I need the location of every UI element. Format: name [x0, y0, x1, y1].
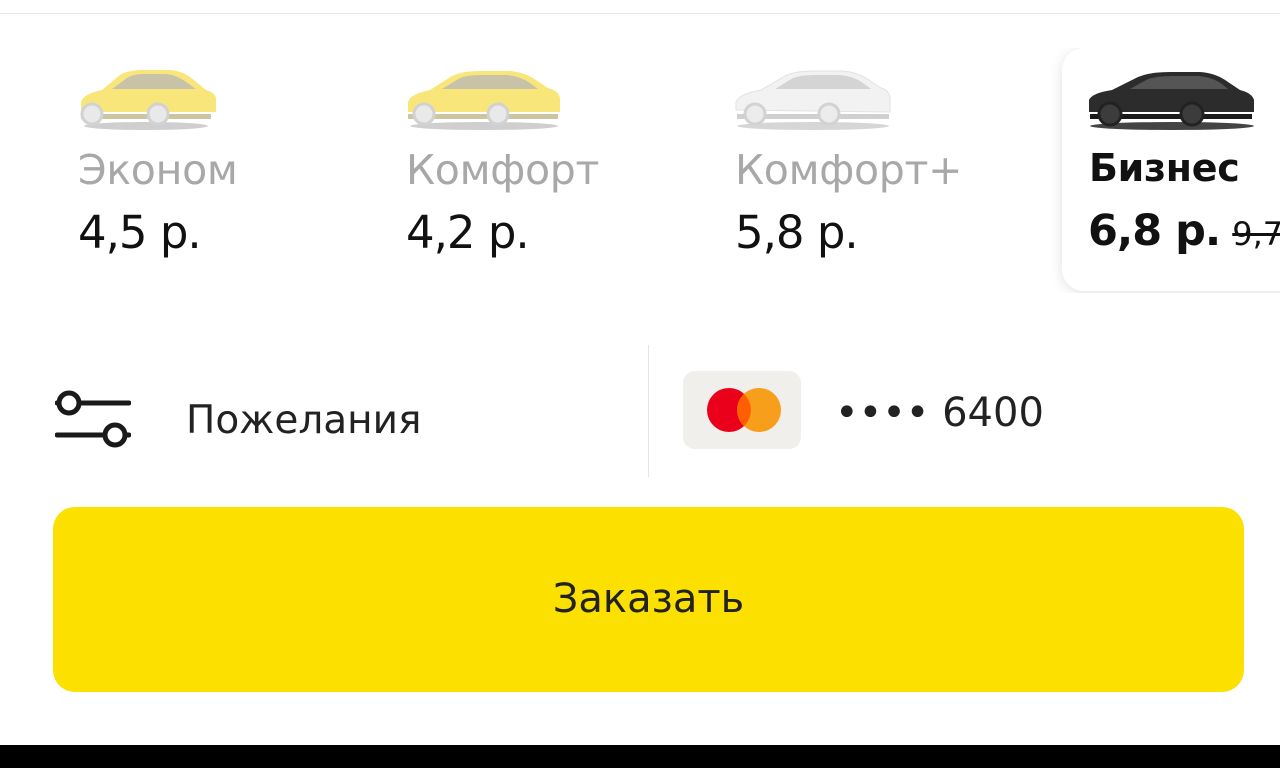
tariff-business[interactable]: Бизнес 6,8 р. 9,7 — [1062, 48, 1280, 291]
divider — [648, 345, 649, 477]
old-price: 9,7 — [1232, 215, 1280, 253]
tariff-comfort-plus[interactable]: Комфорт+ 5,8 р. — [735, 48, 1035, 291]
car-icon — [408, 71, 560, 130]
mastercard-icon — [683, 371, 801, 449]
order-button-label: Заказать — [552, 576, 745, 622]
tariff-price: 4,5 р. — [78, 206, 202, 259]
tariff-name: Комфорт — [406, 146, 600, 194]
tariff-name: Комфорт+ — [735, 146, 963, 194]
system-navigation-bar — [0, 745, 1280, 768]
tariff-selector: Эконом 4,5 р. Комфорт 4,2 р. Комфорт+ 5,… — [0, 48, 1280, 293]
options-row: Пожелания •••• 6400 — [0, 345, 1280, 477]
tariff-price: 6,8 р. 9,7 — [1088, 206, 1280, 256]
wishes-label: Пожелания — [186, 398, 422, 443]
card-number: •••• 6400 — [835, 390, 1044, 436]
tariff-price: 4,2 р. — [406, 206, 530, 259]
tariff-econom[interactable]: Эконом 4,5 р. — [78, 48, 378, 291]
top-divider — [0, 13, 1280, 14]
wishes-button[interactable]: Пожелания — [40, 357, 600, 467]
tariff-price: 5,8 р. — [735, 206, 859, 259]
car-icon — [1089, 72, 1254, 130]
sliders-icon — [55, 390, 131, 448]
tariff-name: Эконом — [78, 146, 238, 194]
tariff-comfort[interactable]: Комфорт 4,2 р. — [406, 48, 706, 291]
car-icon — [735, 70, 891, 130]
payment-method-button[interactable]: •••• 6400 — [670, 357, 1270, 467]
order-button[interactable]: Заказать — [53, 507, 1244, 692]
tariff-name: Бизнес — [1089, 146, 1240, 190]
car-icon — [80, 70, 216, 130]
current-price: 6,8 р. — [1088, 206, 1221, 256]
